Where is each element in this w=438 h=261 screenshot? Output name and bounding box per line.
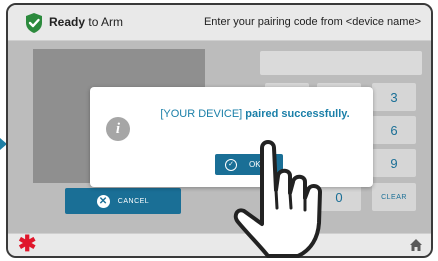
status-rest: to Arm	[85, 15, 124, 29]
keypad-key-9[interactable]: 9	[372, 149, 416, 177]
bottom-bar: ✱	[8, 231, 431, 256]
asterisk-icon[interactable]: ✱	[18, 231, 36, 256]
pointing-hand-icon	[233, 140, 322, 258]
home-icon[interactable]	[409, 238, 423, 252]
device-name: [YOUR DEVICE]	[160, 108, 243, 120]
success-message: [YOUR DEVICE] paired successfully.	[160, 107, 350, 121]
pairing-prompt: Enter your pairing code from <device nam…	[203, 16, 421, 28]
keypad-key-6[interactable]: 6	[372, 116, 416, 144]
keypad-key-3[interactable]: 3	[372, 83, 416, 111]
arm-status: Ready to Arm	[49, 15, 123, 29]
cancel-label: CANCEL	[117, 197, 150, 205]
paired-text: paired successfully.	[245, 108, 350, 120]
pairing-code-field[interactable]	[260, 51, 422, 75]
shield-check-icon	[26, 13, 42, 33]
keypad-clear-button[interactable]: CLEAR	[372, 183, 416, 211]
device-screen: Ready to Arm Enter your pairing code fro…	[6, 3, 433, 258]
status-bar: Ready to Arm Enter your pairing code fro…	[8, 5, 431, 41]
info-icon: i	[106, 117, 130, 141]
status-bold: Ready	[49, 15, 86, 29]
cancel-button[interactable]: ✕ CANCEL	[65, 188, 181, 214]
close-circle-icon: ✕	[96, 194, 110, 208]
